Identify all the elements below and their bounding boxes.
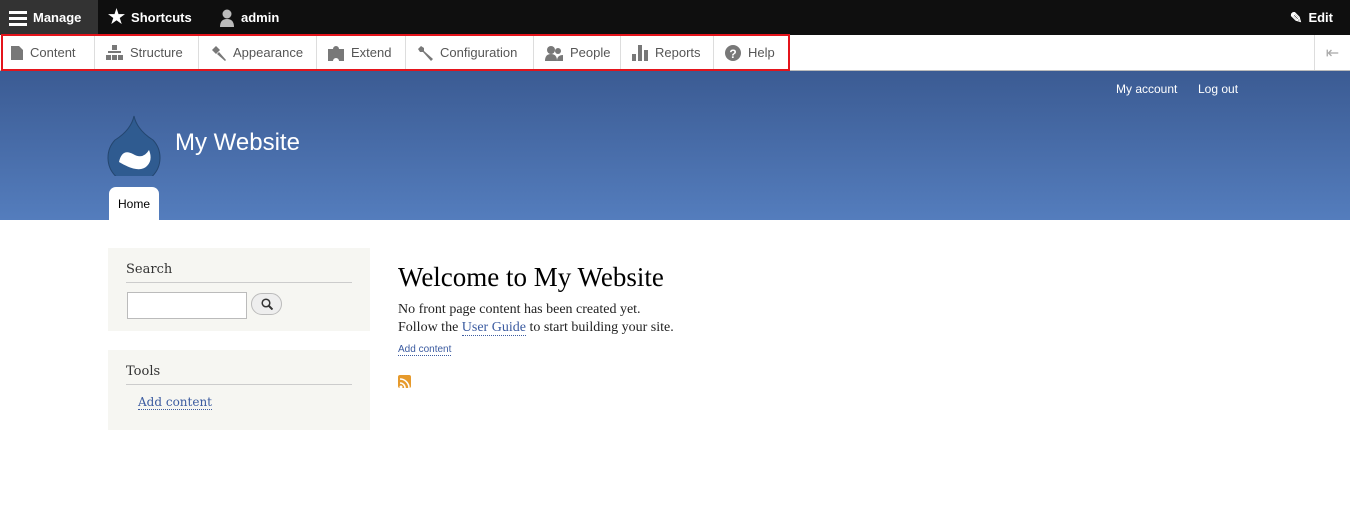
edit-label: Edit (1308, 10, 1333, 25)
drupal-logo[interactable] (107, 114, 161, 176)
tools-add-content-link[interactable]: Add content (138, 395, 212, 410)
page-title: Welcome to My Website (398, 262, 664, 292)
main-content: Welcome to My Website No front page cont… (398, 262, 674, 389)
tools-title: Tools (126, 350, 352, 385)
bar-chart-icon (632, 44, 648, 61)
tray-label: People (570, 45, 611, 60)
svg-text:?: ? (729, 47, 736, 61)
tray-label: Configuration (440, 45, 518, 60)
tray-label: Help (748, 45, 775, 60)
user-tab[interactable]: admin (210, 0, 288, 35)
collapse-icon: ⇤ (1325, 44, 1340, 62)
manage-label: Manage (33, 10, 82, 25)
search-icon (260, 298, 273, 310)
tray-label: Content (30, 45, 76, 60)
manage-tab[interactable]: Manage (0, 0, 98, 35)
pencil-icon: ✎ (1289, 9, 1303, 27)
tray-item-people[interactable]: People (534, 35, 621, 70)
tray-item-help[interactable]: ? Help (714, 35, 789, 70)
tools-block: Tools Add content (108, 350, 370, 430)
text: to start building your site. (525, 320, 674, 335)
site-name[interactable]: My Website (175, 129, 300, 157)
wrench-icon (418, 45, 433, 61)
text: Follow the (398, 320, 462, 335)
tray-item-extend[interactable]: Extend (317, 35, 406, 70)
log-out-link[interactable]: Log out (1198, 82, 1238, 96)
tray-item-reports[interactable]: Reports (621, 35, 714, 70)
shortcuts-tab[interactable]: ★ Shortcuts (99, 0, 201, 35)
search-title: Search (126, 248, 352, 283)
add-content-link[interactable]: Add content (398, 344, 452, 356)
search-block: Search (108, 248, 370, 331)
collapse-tray-button[interactable]: ⇤ (1314, 35, 1350, 70)
search-input[interactable] (127, 292, 247, 319)
tray-label: Extend (351, 45, 392, 60)
tray-label: Reports (655, 45, 701, 60)
my-account-link[interactable]: My account (1116, 82, 1177, 96)
admin-toolbar: Manage ★ Shortcuts admin ✎ Edit (0, 0, 1350, 35)
tray-item-appearance[interactable]: Appearance (199, 35, 317, 70)
user-label: admin (241, 10, 280, 25)
file-icon (11, 45, 23, 60)
tray-item-content[interactable]: Content (0, 35, 95, 70)
edit-button[interactable]: ✎ Edit (1281, 0, 1342, 35)
user-icon (220, 9, 234, 27)
user-guide-link[interactable]: User Guide (461, 320, 526, 336)
puzzle-icon (328, 45, 344, 61)
star-icon: ★ (108, 7, 126, 28)
tab-home[interactable]: Home (109, 187, 159, 220)
site-header: My account Log out My Website Home (0, 71, 1350, 220)
brush-icon (212, 45, 226, 61)
admin-tray: Content Structure Appearance Extend Conf… (0, 35, 1350, 71)
people-icon (545, 45, 563, 61)
user-guide-message: Follow the User Guide to start building … (398, 319, 674, 337)
tray-label: Structure (130, 45, 183, 60)
tray-item-configuration[interactable]: Configuration (406, 35, 534, 70)
search-button[interactable] (251, 293, 282, 315)
tray-label: Appearance (233, 45, 304, 60)
sitemap-icon (106, 45, 123, 60)
help-icon: ? (725, 44, 741, 61)
shortcuts-label: Shortcuts (131, 10, 192, 25)
home-label: Home (117, 196, 150, 211)
no-content-message: No front page content has been created y… (398, 302, 641, 317)
menu-icon (9, 10, 27, 26)
rss-feed-icon[interactable] (398, 375, 411, 389)
tray-item-structure[interactable]: Structure (95, 35, 199, 70)
